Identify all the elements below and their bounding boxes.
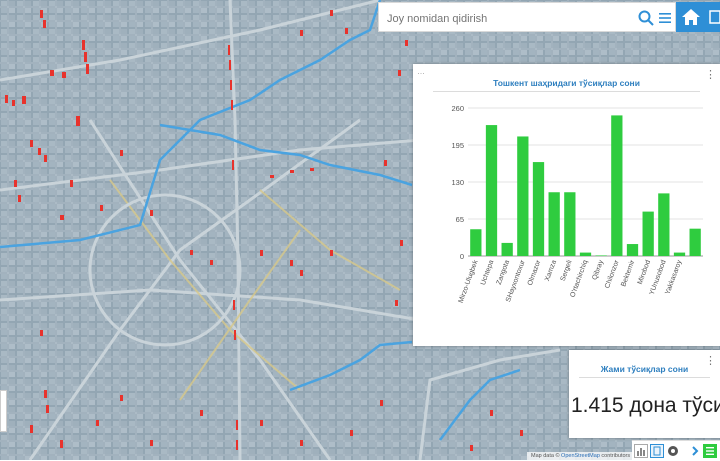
x-tick-label: Olmazor	[527, 259, 543, 287]
y-tick-label: 260	[451, 104, 464, 113]
chart-title: Тошкент шаҳридаги тўсиқлар сони	[493, 78, 640, 88]
divider	[433, 91, 700, 92]
bar	[564, 192, 576, 256]
chevron-right-icon[interactable]	[688, 444, 702, 458]
bar	[642, 211, 654, 256]
home-button[interactable]	[676, 2, 706, 32]
bar	[673, 252, 686, 256]
bar	[485, 125, 498, 256]
x-tick-label: Uchtepa	[480, 259, 496, 286]
bar	[548, 192, 560, 256]
y-tick-label: 0	[460, 252, 464, 261]
bar	[532, 162, 545, 256]
x-tick-label: Qibray	[591, 259, 605, 281]
y-tick-label: 130	[451, 178, 464, 187]
legend-icon[interactable]	[703, 444, 717, 458]
x-tick-label: Mirzo-Ulugbek	[458, 259, 480, 304]
bar	[517, 136, 529, 256]
y-tick-label: 65	[456, 215, 464, 224]
x-tick-label: Bektemir	[620, 259, 636, 288]
map-control[interactable]	[0, 390, 7, 432]
x-tick-label: Mirobod	[637, 259, 652, 285]
attribution-prefix: Map data ©	[531, 453, 562, 459]
total-panel: ⋮ Жами тўсиқлар сони 1.415 дона тўсиқ	[569, 350, 720, 438]
x-tick-label: Xamza	[544, 259, 558, 282]
bar	[658, 193, 670, 256]
bar	[595, 255, 607, 256]
layers-icon[interactable]	[666, 444, 680, 458]
side-panel-button[interactable]	[706, 2, 720, 32]
total-title: Жами тўсиқлар сони	[600, 364, 689, 374]
y-tick-label: 195	[451, 141, 464, 150]
attribution-suffix: contributors	[599, 453, 631, 459]
x-tick-label: Sergeli	[560, 259, 574, 282]
bar	[470, 229, 482, 256]
x-tick-label: Zangota	[496, 259, 511, 286]
list-icon[interactable]	[650, 444, 664, 458]
bar	[611, 115, 623, 257]
x-tick-label: Chilonzor	[604, 259, 621, 290]
divider	[579, 377, 710, 378]
chart-panel: … ⋮ Тошкент шаҳридаги тўсиқлар сони 0 65 1…	[413, 64, 720, 346]
bar	[579, 252, 592, 256]
bar-chart: 0 65 130 195 260 Mirzo-Ulugbek Uchtepa Zangota S…	[451, 104, 703, 304]
side-panel-icon	[709, 10, 720, 24]
menu-icon[interactable]	[657, 9, 673, 27]
x-tick-label: Yakkasaroy	[664, 259, 683, 296]
bar	[689, 228, 701, 256]
search-bar	[378, 2, 676, 32]
home-icon	[682, 9, 700, 25]
total-value: 1.415 дона тўсиқ	[571, 394, 720, 417]
drag-grip-icon[interactable]: …	[417, 67, 425, 76]
bottom-toolbar	[632, 440, 720, 461]
bar	[501, 242, 513, 256]
bar-chart-icon[interactable]	[634, 444, 648, 458]
bar	[626, 244, 639, 256]
search-input[interactable]	[385, 9, 629, 29]
attribution-link[interactable]: OpenStreetMap	[561, 453, 600, 459]
search-icon[interactable]	[637, 9, 655, 27]
